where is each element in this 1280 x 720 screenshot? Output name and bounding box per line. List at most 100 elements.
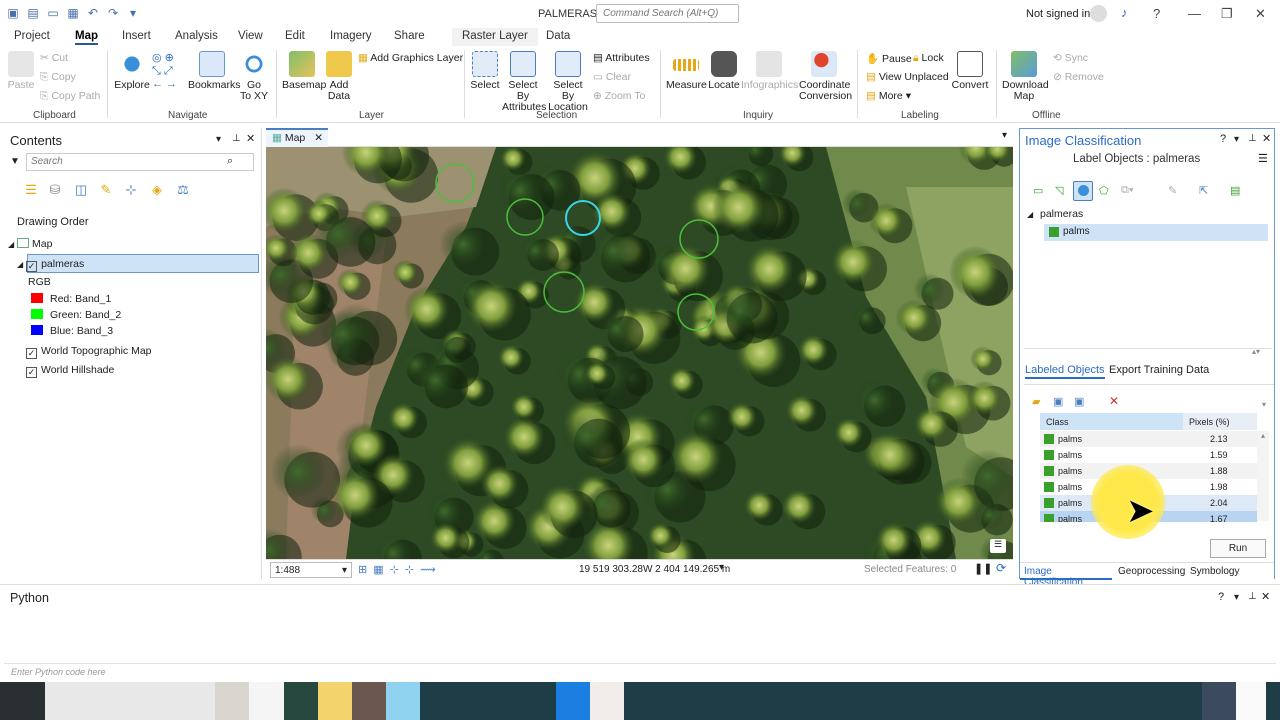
select-by-attributes-button[interactable]: Select By Attributes <box>502 51 546 113</box>
filter-icon[interactable]: ▼ <box>10 156 20 167</box>
list-by-drawing-order-icon[interactable]: ☰ <box>22 181 40 199</box>
coordinate-system-dropdown-icon[interactable]: ▾ <box>719 562 724 573</box>
search-icon[interactable]: ⌕ <box>227 155 233 168</box>
bookmarks-button[interactable]: Bookmarks <box>188 51 241 91</box>
rectangle-tool-icon[interactable]: ▭ <box>1033 184 1043 197</box>
tab-list-icon[interactable]: ▾ <box>1002 130 1007 141</box>
column-header-pixels[interactable]: Pixels (%) <box>1183 413 1257 430</box>
table-row[interactable]: palms 1.59 <box>1040 447 1257 463</box>
select-tool-icon[interactable]: ⇱ <box>1199 184 1208 197</box>
copy-path-button[interactable]: ⎘ Copy Path <box>40 90 100 103</box>
map-nav-tools[interactable]: ⊞▦⊹⊹⟿ <box>358 563 442 576</box>
circle-tool-button[interactable] <box>1073 181 1093 201</box>
tab-symbology[interactable]: Symbology <box>1190 566 1239 577</box>
command-search-input[interactable]: Command Search (Alt+Q) <box>596 4 739 23</box>
delete-icon[interactable]: ✕ <box>1109 394 1119 408</box>
sign-in-status[interactable]: Not signed in <box>1026 8 1090 20</box>
expand-icon[interactable]: ◢ <box>1027 210 1033 219</box>
tab-image-classification[interactable]: Image Classification <box>1020 563 1112 588</box>
taskbar-item[interactable] <box>352 682 386 720</box>
pane-options-icon[interactable]: ▾ <box>216 134 221 145</box>
contents-search-input[interactable]: Search <box>26 153 254 171</box>
select-by-location-button[interactable]: Select By Location <box>547 51 589 113</box>
tab-export-training-data[interactable]: Export Training Data <box>1109 364 1209 376</box>
tab-map-view[interactable]: ▦ Map ✕ <box>266 128 328 147</box>
taskbar-item[interactable] <box>1202 682 1236 720</box>
minimize-icon[interactable]: — <box>1188 6 1201 21</box>
zoom-to-button[interactable]: ⊕ Zoom To <box>593 90 645 102</box>
close-icon[interactable]: ✕ <box>1255 6 1266 22</box>
open-icon[interactable]: ▰ <box>1032 395 1040 408</box>
maximize-icon[interactable]: ❐ <box>1221 6 1233 22</box>
help-icon[interactable]: ? <box>1218 591 1224 603</box>
taskbar-start[interactable] <box>0 682 45 720</box>
coordinate-conversion-button[interactable]: Coordinate Conversion <box>799 51 852 102</box>
tab-insert[interactable]: Insert <box>122 30 151 42</box>
tab-edit[interactable]: Edit <box>285 30 305 42</box>
clear-button[interactable]: ▭ Clear <box>593 71 631 83</box>
layer-checkbox[interactable]: ✓ <box>26 348 37 359</box>
user-avatar[interactable] <box>1090 5 1107 22</box>
table-row[interactable]: palms 2.13 <box>1040 431 1257 447</box>
taskbar-item[interactable] <box>556 682 590 720</box>
select-button[interactable]: Select <box>470 51 500 91</box>
refresh-icon[interactable]: ⟳ <box>996 561 1006 575</box>
attributes-button[interactable]: ▤ Attributes <box>593 52 650 64</box>
save-schema-icon[interactable]: ▤ <box>1230 184 1240 197</box>
taskbar-item[interactable] <box>1236 682 1266 720</box>
layer-checkbox[interactable]: ✓ <box>26 367 37 378</box>
list-by-editing-icon[interactable]: ✎ <box>97 181 115 199</box>
schema-class[interactable]: palms <box>1063 226 1090 237</box>
splitter-icon[interactable]: ▴▾ <box>1252 347 1260 356</box>
tab-labeled-objects[interactable]: Labeled Objects <box>1025 364 1105 379</box>
taskbar-item[interactable] <box>318 682 352 720</box>
explore-button[interactable]: Explore <box>114 51 150 91</box>
list-by-labeling-icon[interactable]: ◈ <box>148 181 166 199</box>
tree-world-topographic[interactable]: ✓ World Topographic Map <box>26 345 152 359</box>
python-input[interactable]: Enter Python code here <box>11 667 106 677</box>
map-canvas[interactable]: ☰ <box>266 147 1013 559</box>
navigate-tools[interactable]: ◎ ⊕ ⤡ ⤢ ← → <box>152 52 182 92</box>
column-header-class[interactable]: Class <box>1040 413 1183 430</box>
basemap-button[interactable]: Basemap <box>282 51 326 91</box>
go-to-xy-button[interactable]: Go To XY <box>240 51 268 102</box>
close-pane-icon[interactable]: ✕ <box>1262 132 1271 145</box>
lock-button[interactable]: 🔒︎ Lock <box>913 52 944 65</box>
overflow-icon[interactable]: ▾ <box>1262 400 1266 409</box>
help-icon[interactable]: ? <box>1153 6 1160 21</box>
tab-data[interactable]: Data <box>546 30 570 42</box>
remove-button[interactable]: ⊘ Remove <box>1053 71 1104 83</box>
tab-raster-layer[interactable]: Raster Layer <box>452 28 538 46</box>
new-icon[interactable]: ▤ <box>26 6 40 20</box>
run-button[interactable]: Run <box>1210 539 1266 558</box>
table-scrollbar[interactable]: ▴ <box>1257 431 1269 521</box>
tab-imagery[interactable]: Imagery <box>330 30 372 42</box>
edit-tool-icon[interactable]: ✎ <box>1168 184 1177 197</box>
save-icon[interactable]: ▣ <box>1053 395 1063 408</box>
close-pane-icon[interactable]: ✕ <box>246 132 255 145</box>
sync-button[interactable]: ⟲ Sync <box>1053 52 1088 64</box>
pane-options-icon[interactable]: ▾ <box>1234 134 1239 145</box>
list-by-selection-icon[interactable]: ◫ <box>72 181 90 199</box>
taskbar-item[interactable] <box>386 682 420 720</box>
taskbar-item[interactable] <box>45 682 215 720</box>
cut-button[interactable]: ✂ Cut <box>40 52 68 64</box>
pin-icon[interactable]: ⊥ <box>1248 591 1257 602</box>
tab-view[interactable]: View <box>238 30 263 42</box>
redo-icon[interactable]: ↷ <box>106 6 120 20</box>
undo-icon[interactable]: ↶ <box>86 6 100 20</box>
schema-root[interactable]: palmeras <box>1040 208 1083 220</box>
copy-button[interactable]: ⎘ Copy <box>40 71 76 84</box>
polygon-tool-icon[interactable]: ◹ <box>1055 184 1063 197</box>
close-pane-icon[interactable]: ✕ <box>1261 590 1270 603</box>
layer-checkbox[interactable]: ✓ <box>26 261 38 272</box>
open-icon[interactable]: ▭ <box>46 6 60 20</box>
pause-button[interactable]: ✋ Pause <box>866 52 912 65</box>
tab-project[interactable]: Project <box>14 30 50 42</box>
tree-map[interactable]: ◢ Map <box>8 238 52 250</box>
help-icon[interactable]: ? <box>1220 133 1226 145</box>
pin-icon[interactable]: ⊥ <box>1248 133 1257 144</box>
tab-analysis[interactable]: Analysis <box>175 30 218 42</box>
list-by-source-icon[interactable]: ⛁ <box>46 181 64 199</box>
pause-drawing-icon[interactable]: ❚❚ <box>974 562 992 575</box>
